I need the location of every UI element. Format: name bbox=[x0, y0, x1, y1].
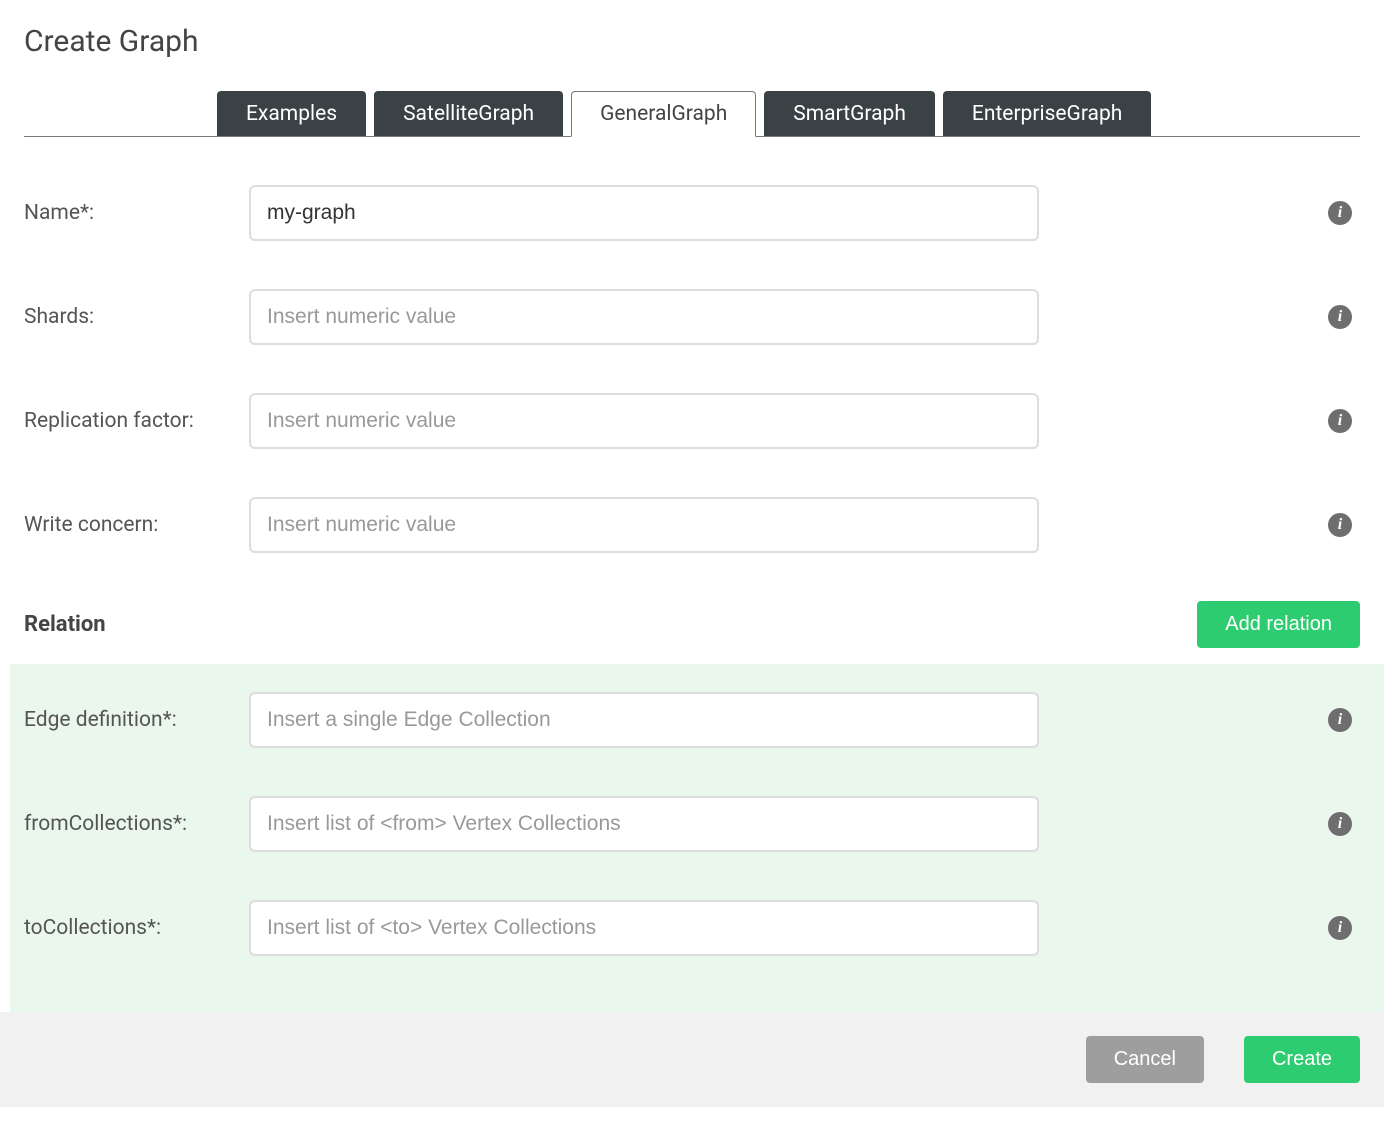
tab-satellitegraph[interactable]: SatelliteGraph bbox=[374, 91, 563, 136]
label-write-concern: Write concern: bbox=[24, 513, 249, 537]
info-icon[interactable]: i bbox=[1328, 513, 1352, 537]
input-shards[interactable] bbox=[249, 289, 1039, 345]
tab-smartgraph[interactable]: SmartGraph bbox=[764, 91, 935, 136]
input-write-concern[interactable] bbox=[249, 497, 1039, 553]
row-edge-definition: Edge definition*: i bbox=[24, 692, 1384, 748]
input-to-collections[interactable] bbox=[249, 900, 1039, 956]
row-from-collections: fromCollections*: i bbox=[24, 796, 1384, 852]
tab-generalgraph[interactable]: GeneralGraph bbox=[571, 91, 756, 137]
info-icon[interactable]: i bbox=[1328, 916, 1352, 940]
input-replication[interactable] bbox=[249, 393, 1039, 449]
label-shards: Shards: bbox=[24, 305, 249, 329]
info-icon[interactable]: i bbox=[1328, 305, 1352, 329]
label-edge-definition: Edge definition*: bbox=[24, 708, 249, 732]
create-button[interactable]: Create bbox=[1244, 1036, 1360, 1083]
row-to-collections: toCollections*: i bbox=[24, 900, 1384, 956]
tabs: Examples SatelliteGraph GeneralGraph Sma… bbox=[24, 91, 1360, 137]
input-from-collections[interactable] bbox=[249, 796, 1039, 852]
row-name: Name*: i bbox=[24, 185, 1360, 241]
label-replication: Replication factor: bbox=[24, 409, 249, 433]
row-write-concern: Write concern: i bbox=[24, 497, 1360, 553]
relation-panel: Edge definition*: i fromCollections*: i … bbox=[10, 664, 1384, 1012]
relation-title: Relation bbox=[24, 612, 106, 637]
label-name: Name*: bbox=[24, 201, 249, 225]
form-area: Name*: i Shards: i Replication factor: i… bbox=[24, 137, 1360, 1012]
cancel-button[interactable]: Cancel bbox=[1086, 1036, 1204, 1083]
input-edge-definition[interactable] bbox=[249, 692, 1039, 748]
row-replication: Replication factor: i bbox=[24, 393, 1360, 449]
row-shards: Shards: i bbox=[24, 289, 1360, 345]
footer: Cancel Create bbox=[0, 1012, 1384, 1107]
info-icon[interactable]: i bbox=[1328, 812, 1352, 836]
label-to-collections: toCollections*: bbox=[24, 916, 249, 940]
label-from-collections: fromCollections*: bbox=[24, 812, 249, 836]
relation-header: Relation Add relation bbox=[24, 601, 1360, 648]
info-icon[interactable]: i bbox=[1328, 708, 1352, 732]
add-relation-button[interactable]: Add relation bbox=[1197, 601, 1360, 648]
info-icon[interactable]: i bbox=[1328, 409, 1352, 433]
page-title: Create Graph bbox=[24, 24, 1360, 59]
tab-examples[interactable]: Examples bbox=[217, 91, 366, 136]
input-name[interactable] bbox=[249, 185, 1039, 241]
tab-enterprisegraph[interactable]: EnterpriseGraph bbox=[943, 91, 1151, 136]
info-icon[interactable]: i bbox=[1328, 201, 1352, 225]
